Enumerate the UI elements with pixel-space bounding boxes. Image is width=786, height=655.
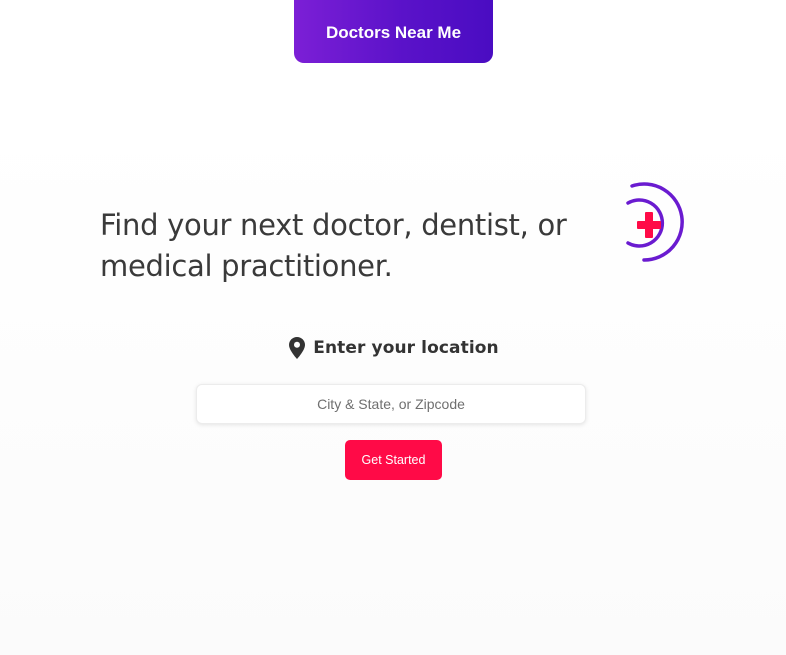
page: Doctors Near Me Find your next doctor, d…	[0, 0, 786, 655]
location-search-input[interactable]	[196, 384, 586, 424]
map-pin-icon	[289, 337, 306, 359]
hero-headline: Find your next doctor, dentist, or medic…	[100, 208, 567, 283]
brand-home-button[interactable]: Doctors Near Me	[294, 0, 493, 63]
location-label-text: Enter your location	[313, 338, 499, 358]
get-started-button[interactable]: Get Started	[345, 440, 442, 480]
medical-cross-signal-icon	[622, 181, 692, 265]
location-label: Enter your location	[0, 337, 786, 359]
brand-label: Doctors Near Me	[325, 22, 462, 42]
